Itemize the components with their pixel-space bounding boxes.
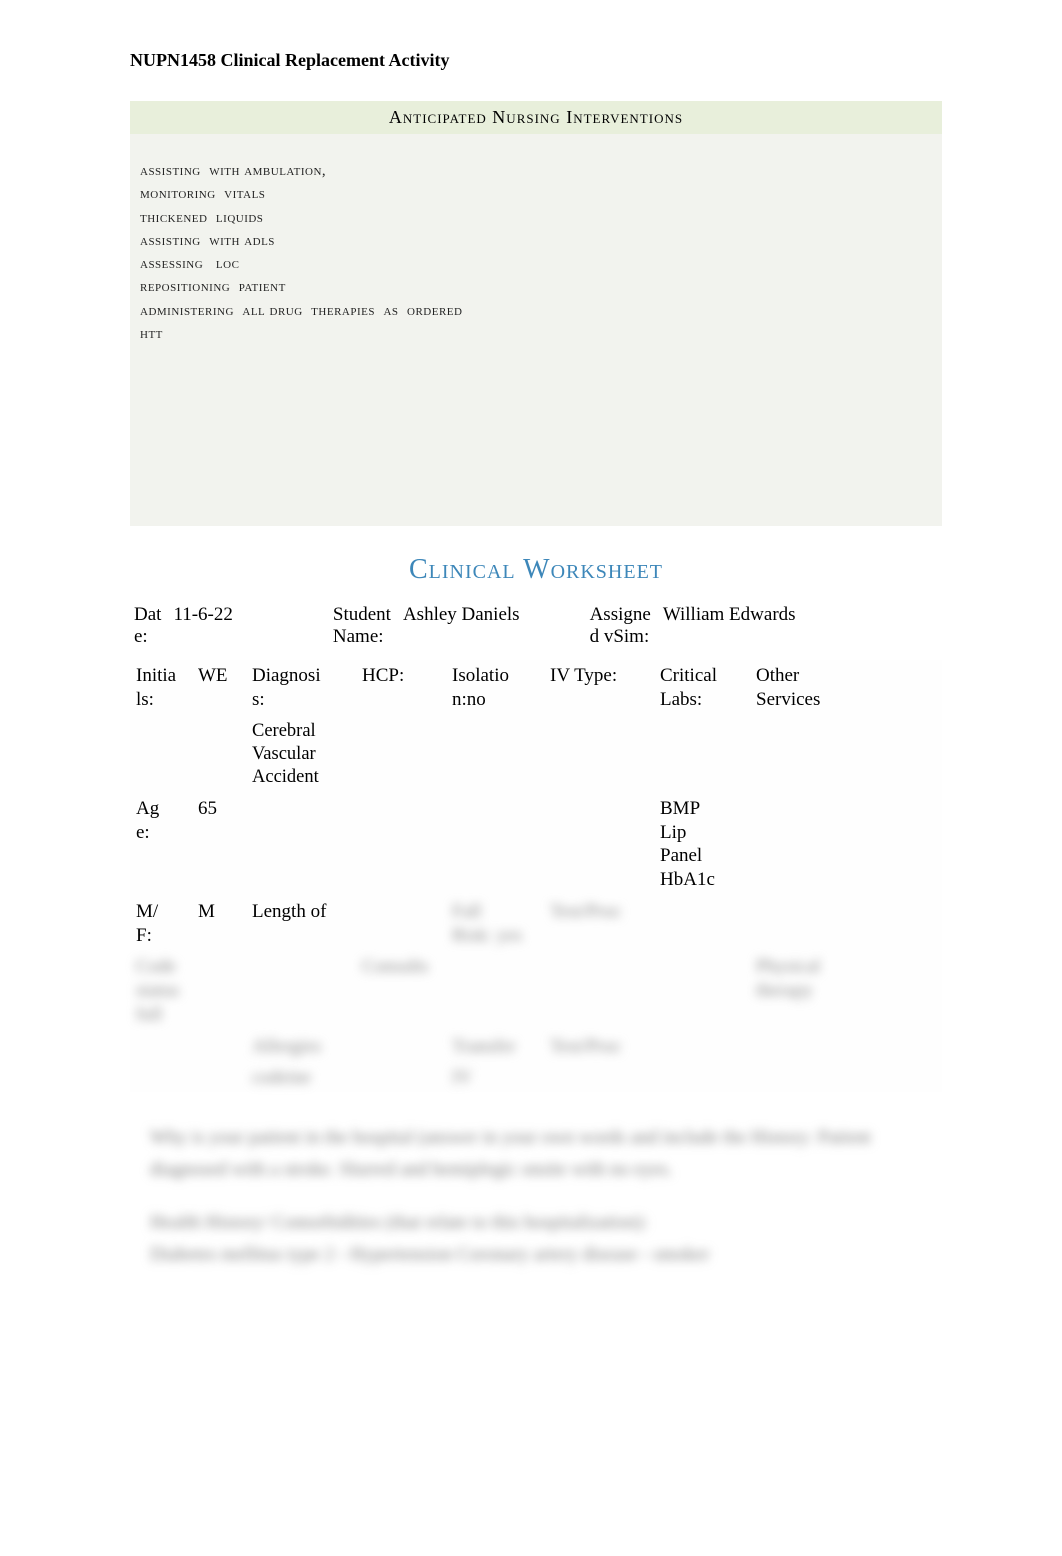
mf-value: M	[192, 896, 246, 950]
age-label: Ag e:	[130, 793, 192, 894]
blurred-cell: Consults	[356, 951, 446, 1028]
blurred-cell: Allergies	[246, 1031, 356, 1061]
initials-value: WE	[192, 660, 246, 714]
ani-line: assisting with ambulation,	[140, 160, 932, 183]
clinical-worksheet-title: Clinical Worksheet	[130, 554, 942, 586]
isolation-label: Isolatio n:no	[446, 660, 544, 714]
blurred-cell: Test/Proc	[544, 896, 654, 950]
blurred-cell: Physicaltherapy	[750, 951, 850, 1028]
blurred-paragraph: Why is your patient in the hospital (ans…	[130, 1122, 942, 1187]
age-value: 65	[192, 793, 246, 894]
blurred-cell: FallRisk: yes	[446, 896, 544, 950]
assigned-vsim-value: William Edwards	[663, 604, 796, 626]
ani-line: monitoring vitals	[140, 183, 932, 206]
assigned-vsim-label: Assigne d vSim:	[590, 604, 651, 648]
ani-line: assessing loc	[140, 253, 932, 276]
ani-line: repositioning patient	[140, 276, 932, 299]
blurred-cell: Transfer	[446, 1031, 544, 1061]
critical-labs-label: Critical Labs:	[654, 660, 750, 714]
anticipated-interventions-block: Anticipated Nursing Interventions assist…	[130, 101, 942, 526]
hcp-label: HCP:	[356, 660, 446, 714]
anticipated-interventions-body: assisting with ambulation, monitoring vi…	[130, 134, 942, 356]
date-label: Dat e:	[134, 604, 161, 648]
ivtype-label: IV Type:	[544, 660, 654, 714]
header-row: Dat e: 11-6-22 Student Name: Ashley Dani…	[130, 598, 942, 660]
blurred-cell: Codestatusfull	[130, 951, 192, 1028]
ani-line: thickened liquids	[140, 207, 932, 230]
ani-line: administering all drug therapies as orde…	[140, 300, 932, 323]
anticipated-interventions-title: Anticipated Nursing Interventions	[130, 101, 942, 134]
worksheet-grid: Initia ls: WE Diagnosi s: HCP: Isolatio …	[130, 660, 942, 1092]
blurred-cell: IV	[446, 1062, 544, 1092]
student-name-label: Student Name:	[333, 604, 391, 648]
date-value: 11-6-22	[173, 604, 232, 626]
mf-label: M/ F:	[130, 896, 192, 950]
critical-labs-value: BMP Lip Panel HbA1c	[654, 793, 750, 894]
student-name-value: Ashley Daniels	[403, 604, 520, 626]
course-header: NUPN1458 Clinical Replacement Activity	[130, 50, 942, 71]
length-of-label: Length of	[246, 896, 356, 950]
diagnosis-label: Diagnosi s:	[246, 660, 356, 714]
other-services-label: Other Services	[750, 660, 850, 714]
blurred-cell: Test/Proc	[544, 1031, 654, 1061]
ani-line: assisting with adls	[140, 230, 932, 253]
initials-label: Initia ls:	[130, 660, 192, 714]
blurred-paragraph: Health History/ Comorbidities (that rela…	[130, 1207, 942, 1272]
blurred-cell: codeine	[246, 1062, 356, 1092]
diagnosis-value: Cerebral Vascular Accident	[246, 716, 356, 791]
ani-line: htt	[140, 323, 932, 346]
